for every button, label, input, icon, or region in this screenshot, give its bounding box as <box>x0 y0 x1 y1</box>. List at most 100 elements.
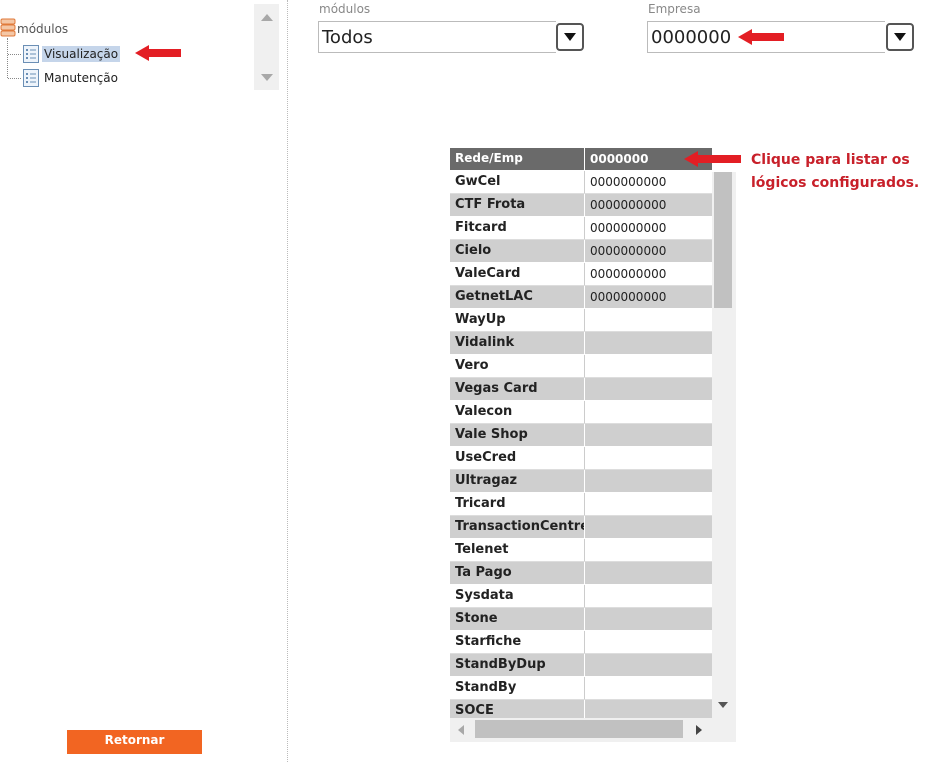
table-row[interactable]: Cielo 0000000000 <box>450 240 712 263</box>
tree-item-label: Visualização <box>42 46 121 62</box>
rede-name-cell[interactable]: GetnetLAC <box>450 286 585 308</box>
table-row[interactable]: TransactionCentre <box>450 516 712 539</box>
annotation-note: Clique para listar os lógicos configurad… <box>751 149 921 195</box>
logical-id-cell[interactable] <box>585 332 712 354</box>
logical-id-cell[interactable] <box>585 401 712 423</box>
table-row[interactable]: CTF Frota 0000000000 <box>450 194 712 217</box>
annotation-line: lógicos configurados. <box>751 175 920 191</box>
database-icon <box>0 18 16 37</box>
table-row[interactable]: SOCE <box>450 700 712 718</box>
table-row[interactable]: GwCel 0000000000 <box>450 171 712 194</box>
dropdown-arrow-icon <box>564 33 576 41</box>
table-row[interactable]: UseCred <box>450 447 712 470</box>
modulos-label: módulos <box>319 2 371 16</box>
table-row[interactable]: Sysdata <box>450 585 712 608</box>
scroll-left-icon[interactable] <box>458 725 464 735</box>
scroll-down-icon[interactable] <box>718 702 728 708</box>
table-row[interactable]: Ta Pago <box>450 562 712 585</box>
logical-id-cell[interactable] <box>585 677 712 699</box>
empresa-label: Empresa <box>648 2 701 16</box>
table-row[interactable]: Vale Shop <box>450 424 712 447</box>
logical-id-cell[interactable]: 0000000000 <box>585 286 712 308</box>
rede-name-cell[interactable]: Vegas Card <box>450 378 585 400</box>
empresa-select-value: 0000000 <box>651 27 732 48</box>
return-button[interactable]: Retornar <box>67 730 202 754</box>
table-row[interactable]: Telenet <box>450 539 712 562</box>
logical-id-cell[interactable] <box>585 539 712 561</box>
rede-name-cell[interactable]: CTF Frota <box>450 194 585 216</box>
table-row[interactable]: Ultragaz <box>450 470 712 493</box>
rede-name-cell[interactable]: StandByDup <box>450 654 585 676</box>
rede-name-cell[interactable]: Stone <box>450 608 585 630</box>
logical-id-cell[interactable] <box>585 447 712 469</box>
table-row[interactable]: Fitcard 0000000000 <box>450 217 712 240</box>
table-row[interactable]: GetnetLAC 0000000000 <box>450 286 712 309</box>
logical-id-cell[interactable]: 0000000000 <box>585 171 712 193</box>
scroll-thumb[interactable] <box>475 720 683 738</box>
tree-root-label: módulos <box>17 22 69 36</box>
logical-id-cell[interactable] <box>585 424 712 446</box>
table-row[interactable]: ValeCard 0000000000 <box>450 263 712 286</box>
modulos-dropdown-button[interactable] <box>556 23 584 51</box>
modulos-select[interactable]: Todos <box>318 21 556 53</box>
grid-horizontal-scrollbar[interactable] <box>450 718 712 742</box>
rede-grid-body: Rede/Emp 0000000 GwCel 0000000000 CTF Frot… <box>450 148 712 718</box>
logical-id-cell[interactable] <box>585 470 712 492</box>
rede-name-cell[interactable]: SOCE <box>450 700 585 718</box>
logical-id-cell[interactable]: 0000000000 <box>585 217 712 239</box>
column-header-rede[interactable]: Rede/Emp <box>450 148 585 170</box>
scroll-down-icon[interactable] <box>261 74 273 81</box>
logical-id-cell[interactable]: 0000000000 <box>585 194 712 216</box>
annotation-line: Clique para listar os <box>751 152 910 168</box>
rede-name-cell[interactable]: Telenet <box>450 539 585 561</box>
rede-name-cell[interactable]: WayUp <box>450 309 585 331</box>
logical-id-cell[interactable]: 0000000000 <box>585 240 712 262</box>
rede-name-cell[interactable]: Starfiche <box>450 631 585 653</box>
logical-id-cell[interactable] <box>585 309 712 331</box>
logical-id-cell[interactable] <box>585 378 712 400</box>
logical-id-cell[interactable] <box>585 562 712 584</box>
table-row[interactable]: Vidalink <box>450 332 712 355</box>
table-row[interactable]: WayUp <box>450 309 712 332</box>
tree-scrollbar[interactable] <box>254 4 279 90</box>
logical-id-cell[interactable] <box>585 700 712 718</box>
table-row[interactable]: Vegas Card <box>450 378 712 401</box>
rede-name-cell[interactable]: TransactionCentre <box>450 516 585 538</box>
logical-id-cell[interactable] <box>585 493 712 515</box>
table-row[interactable]: Valecon <box>450 401 712 424</box>
rede-name-cell[interactable]: Vale Shop <box>450 424 585 446</box>
dropdown-arrow-icon <box>894 33 906 41</box>
table-row[interactable]: Starfiche <box>450 631 712 654</box>
rede-name-cell[interactable]: Cielo <box>450 240 585 262</box>
rede-name-cell[interactable]: GwCel <box>450 171 585 193</box>
empresa-dropdown-button[interactable] <box>886 23 914 51</box>
scroll-up-icon[interactable] <box>261 14 273 21</box>
table-row[interactable]: Vero <box>450 355 712 378</box>
table-row[interactable]: Tricard <box>450 493 712 516</box>
logical-id-cell[interactable] <box>585 585 712 607</box>
rede-name-cell[interactable]: Ultragaz <box>450 470 585 492</box>
rede-name-cell[interactable]: UseCred <box>450 447 585 469</box>
rede-name-cell[interactable]: Fitcard <box>450 217 585 239</box>
rede-name-cell[interactable]: ValeCard <box>450 263 585 285</box>
table-row[interactable]: StandByDup <box>450 654 712 677</box>
logical-id-cell[interactable]: 0000000000 <box>585 263 712 285</box>
rede-name-cell[interactable]: Vidalink <box>450 332 585 354</box>
logical-id-cell[interactable] <box>585 631 712 653</box>
logical-id-cell[interactable] <box>585 516 712 538</box>
table-row[interactable]: Stone <box>450 608 712 631</box>
scroll-right-icon[interactable] <box>696 725 702 735</box>
rede-name-cell[interactable]: Vero <box>450 355 585 377</box>
rede-name-cell[interactable]: Sysdata <box>450 585 585 607</box>
logical-id-cell[interactable] <box>585 654 712 676</box>
table-row[interactable]: StandBy <box>450 677 712 700</box>
scroll-thumb[interactable] <box>714 172 732 308</box>
logical-id-cell[interactable] <box>585 608 712 630</box>
rede-name-cell[interactable]: Valecon <box>450 401 585 423</box>
red-arrow-icon <box>684 151 741 167</box>
rede-name-cell[interactable]: Tricard <box>450 493 585 515</box>
rede-name-cell[interactable]: StandBy <box>450 677 585 699</box>
logical-id-cell[interactable] <box>585 355 712 377</box>
rede-name-cell[interactable]: Ta Pago <box>450 562 585 584</box>
grid-vertical-scrollbar[interactable] <box>712 172 736 718</box>
